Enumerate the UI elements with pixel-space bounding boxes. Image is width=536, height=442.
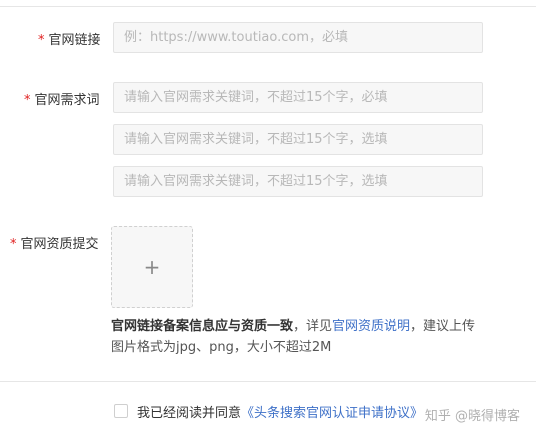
keyword-input-3[interactable] — [113, 166, 483, 197]
watermark: 知乎 @晓得博客 — [424, 409, 520, 424]
upload-hint: 官网链接备案信息应与资质一致，详见官网资质说明，建议上传图片格式为jpg、png… — [111, 319, 476, 355]
keyword-input-1[interactable] — [113, 82, 483, 113]
qualification-guide-link[interactable]: 官网资质说明 — [332, 319, 410, 334]
website-keywords-label: * 官网需求词 — [24, 93, 100, 108]
bottom-divider — [0, 381, 536, 382]
qualification-label: * 官网资质提交 — [10, 237, 99, 252]
required-mark: * — [24, 93, 31, 108]
website-link-input[interactable] — [113, 22, 483, 53]
agreement-text: 我已经阅读并同意《头条搜索官网认证申请协议》 — [137, 406, 424, 421]
image-upload-box[interactable]: + — [111, 226, 193, 308]
required-mark: * — [38, 33, 45, 48]
plus-icon: + — [143, 255, 161, 279]
required-mark: * — [10, 237, 17, 252]
agreement-checkbox[interactable] — [114, 404, 128, 418]
top-divider — [0, 6, 536, 7]
agreement-link[interactable]: 《头条搜索官网认证申请协议》 — [241, 406, 423, 421]
keyword-input-2[interactable] — [113, 124, 483, 155]
website-link-label: * 官网链接 — [38, 33, 101, 48]
